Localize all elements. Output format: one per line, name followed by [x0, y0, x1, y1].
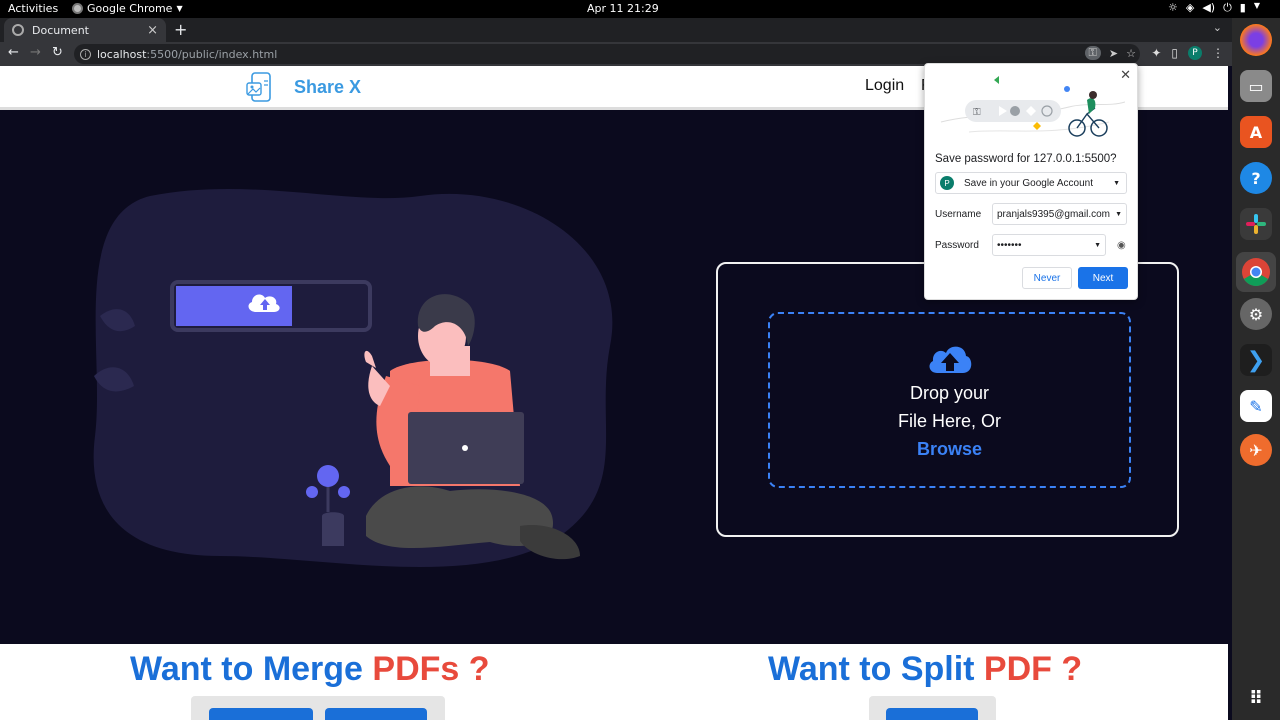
text-editor-icon[interactable]: ✎	[1240, 390, 1272, 422]
send-icon[interactable]: ➤	[1109, 47, 1118, 60]
password-field[interactable]: ••••••• ▼	[992, 234, 1106, 256]
browser-tab[interactable]: Document ×	[4, 18, 166, 42]
username-label: Username	[935, 209, 982, 220]
split-heading-prefix: Want to Split	[768, 650, 984, 688]
dialog-title: Save password for 127.0.0.1:5500?	[935, 153, 1117, 165]
files-icon[interactable]: ▭	[1240, 70, 1272, 102]
nav-login-link[interactable]: Login	[865, 77, 904, 95]
clock[interactable]: Apr 11 21:29	[587, 2, 659, 15]
brand[interactable]: Share X	[246, 71, 361, 103]
upload-illustration	[93, 188, 613, 567]
never-button[interactable]: Never	[1022, 267, 1072, 289]
app-menu[interactable]: Google Chrome ▼	[72, 2, 183, 15]
chevron-down-icon: ▼	[1115, 210, 1122, 218]
system-tray[interactable]: ☼ ◈ ◀) ⏻ ▮ ▼	[1168, 1, 1260, 15]
browse-link[interactable]: Browse	[770, 435, 1129, 463]
merge-file-button-2[interactable]	[325, 708, 427, 720]
site-info-icon[interactable]: i	[80, 48, 91, 60]
help-icon[interactable]: ?	[1240, 162, 1272, 194]
url-path: :5500/public/index.html	[146, 47, 278, 61]
activities-button[interactable]: Activities	[8, 2, 58, 15]
profile-avatar[interactable]: P	[1188, 46, 1202, 60]
omnibox-actions: ⚿ ➤ ☆	[1084, 46, 1136, 60]
chevron-down-icon: ▼	[176, 4, 183, 13]
tab-title: Document	[32, 23, 89, 37]
split-buttons-panel	[869, 696, 996, 720]
merge-heading-highlight: PDFs ?	[372, 650, 490, 688]
username-value: pranjals9395@gmail.com	[997, 208, 1110, 220]
split-heading-highlight: PDF ?	[983, 650, 1083, 688]
close-tab-icon[interactable]: ×	[147, 23, 158, 38]
wifi-icon: ◈	[1185, 1, 1195, 14]
url-host: localhost	[97, 47, 147, 61]
password-value: •••••••	[997, 239, 1022, 251]
software-icon[interactable]: A	[1240, 116, 1272, 148]
upload-card: Drop your File Here, Or Browse	[716, 262, 1179, 537]
eye-icon[interactable]: ◉	[1117, 240, 1126, 251]
svg-text:⚿: ⚿	[973, 107, 981, 118]
username-field[interactable]: pranjals9395@gmail.com ▼	[992, 203, 1127, 225]
next-button[interactable]: Next	[1078, 267, 1128, 289]
chevron-down-icon: ▼	[1253, 1, 1260, 10]
split-file-button[interactable]	[886, 708, 978, 720]
tools-section: Want to Merge PDFs ? Want to Split PDF ?	[0, 644, 1228, 720]
address-bar[interactable]: i localhost :5500/public/index.html ⚿ ➤ …	[74, 44, 1140, 64]
merge-heading-prefix: Want to Merge	[130, 650, 373, 688]
drop-text-line-1: Drop your	[909, 383, 990, 403]
firefox-icon[interactable]	[1240, 24, 1272, 56]
app-menu-label: Google Chrome	[87, 2, 173, 15]
chrome-icon[interactable]	[1236, 252, 1276, 292]
more-menu-icon[interactable]: ⋮	[1212, 46, 1224, 60]
slack-icon[interactable]	[1240, 208, 1272, 240]
drop-text-line-2: File Here, Or	[897, 411, 1002, 431]
extensions-icon[interactable]: ✦	[1151, 46, 1161, 60]
password-illustration: ⚿	[940, 76, 1125, 137]
toolbar-actions: ✦ ▯ P ⋮	[1151, 46, 1224, 60]
chrome-icon	[72, 3, 83, 14]
star-icon[interactable]: ☆	[1126, 47, 1136, 60]
side-panel-icon[interactable]: ▯	[1171, 46, 1178, 60]
back-icon[interactable]: ←	[8, 45, 19, 60]
cloud-upload-icon	[929, 346, 971, 373]
system-top-bar: Activities Google Chrome ▼ Apr 11 21:29 …	[0, 0, 1280, 18]
brightness-icon: ☼	[1167, 1, 1178, 14]
password-label: Password	[935, 240, 979, 251]
key-icon[interactable]: ⚿	[1084, 46, 1101, 60]
chevron-down-icon: ▼	[1113, 179, 1120, 187]
tab-strip: Document × + ⌄	[0, 18, 1232, 42]
save-password-dialog: ✕ ⚿ Save password for 127.0.0.1:5500? P …	[924, 63, 1138, 300]
volume-icon: ◀)	[1202, 1, 1216, 14]
globe-icon	[12, 24, 24, 36]
brand-name: Share X	[294, 76, 362, 97]
vscode-icon[interactable]: ❯	[1240, 344, 1272, 376]
chevron-down-icon: ▼	[1094, 241, 1101, 249]
tab-search-icon[interactable]: ⌄	[1213, 21, 1222, 34]
battery-icon: ▮	[1239, 1, 1246, 14]
ubuntu-dock: ▭ A ? ⚙ ❯ ✎ ✈ ⠿	[1232, 18, 1280, 720]
reload-icon[interactable]: ↻	[52, 45, 63, 60]
power-icon: ⏻	[1223, 1, 1232, 14]
app-grid-icon[interactable]: ⠿	[1240, 682, 1272, 714]
merge-file-button-1[interactable]	[209, 708, 313, 720]
split-heading: Want to Split PDF ?	[768, 650, 1082, 689]
postman-icon[interactable]: ✈	[1240, 434, 1272, 466]
merge-buttons-panel	[191, 696, 445, 720]
merge-heading: Want to Merge PDFs ?	[130, 650, 490, 689]
account-avatar: P	[940, 176, 954, 190]
drop-zone[interactable]: Drop your File Here, Or Browse	[768, 312, 1131, 488]
new-tab-button[interactable]: +	[174, 20, 187, 39]
settings-icon[interactable]: ⚙	[1240, 298, 1272, 330]
account-select[interactable]: P Save in your Google Account ▼	[935, 172, 1127, 194]
share-logo-icon	[246, 72, 271, 102]
forward-icon[interactable]: →	[30, 45, 41, 60]
account-select-label: Save in your Google Account	[964, 177, 1093, 189]
